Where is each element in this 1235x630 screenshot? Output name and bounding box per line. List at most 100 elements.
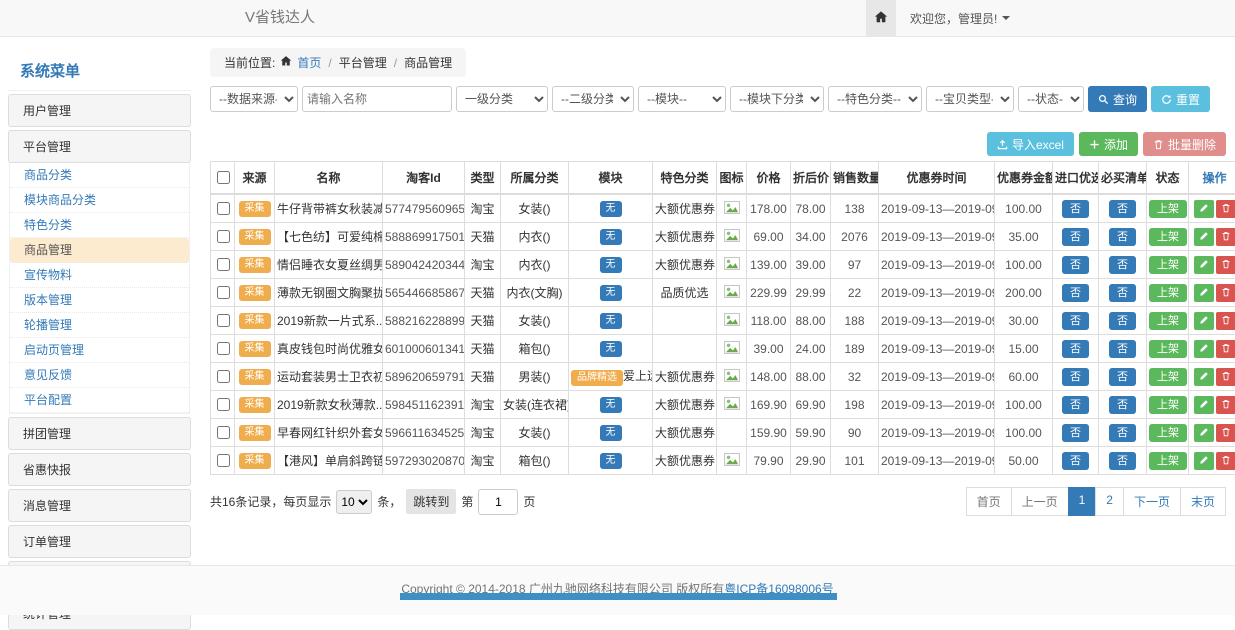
breadcrumb-home-link[interactable]: 首页 bbox=[297, 54, 321, 71]
status-badge[interactable]: 上架 bbox=[1149, 368, 1187, 386]
import-excel-button[interactable]: 导入excel bbox=[987, 132, 1074, 156]
status-badge[interactable]: 上架 bbox=[1149, 452, 1187, 470]
level1-category-select[interactable]: 一级分类 bbox=[456, 86, 548, 112]
status-badge[interactable]: 上架 bbox=[1149, 228, 1187, 246]
delete-button[interactable] bbox=[1216, 452, 1235, 470]
sidebar-group-0[interactable]: 用户管理 bbox=[8, 94, 191, 127]
delete-button[interactable] bbox=[1216, 284, 1235, 302]
select-all-checkbox[interactable] bbox=[217, 171, 230, 184]
sidebar-group-1[interactable]: 平台管理 bbox=[8, 130, 191, 163]
name-input[interactable] bbox=[302, 86, 452, 112]
page-number-input[interactable] bbox=[478, 489, 518, 515]
must-buy-toggle[interactable]: 否 bbox=[1109, 200, 1136, 218]
status-badge[interactable]: 上架 bbox=[1149, 396, 1187, 414]
import-toggle[interactable]: 否 bbox=[1062, 340, 1089, 358]
sidebar-subitem-4[interactable]: 宣传物料 bbox=[10, 263, 189, 288]
delete-button[interactable] bbox=[1216, 228, 1235, 246]
row-checkbox[interactable] bbox=[217, 314, 230, 327]
sidebar-subitem-1[interactable]: 模块商品分类 bbox=[10, 188, 189, 213]
must-buy-toggle[interactable]: 否 bbox=[1109, 312, 1136, 330]
edit-button[interactable] bbox=[1194, 200, 1214, 218]
row-checkbox[interactable] bbox=[217, 258, 230, 271]
delete-button[interactable] bbox=[1216, 200, 1235, 218]
import-toggle[interactable]: 否 bbox=[1062, 284, 1089, 302]
search-button[interactable]: 查询 bbox=[1088, 86, 1147, 112]
row-checkbox[interactable] bbox=[217, 398, 230, 411]
edit-button[interactable] bbox=[1194, 424, 1214, 442]
must-buy-toggle[interactable]: 否 bbox=[1109, 396, 1136, 414]
row-checkbox[interactable] bbox=[217, 202, 230, 215]
row-checkbox[interactable] bbox=[217, 342, 230, 355]
must-buy-toggle[interactable]: 否 bbox=[1109, 452, 1136, 470]
import-toggle[interactable]: 否 bbox=[1062, 200, 1089, 218]
import-toggle[interactable]: 否 bbox=[1062, 368, 1089, 386]
jump-button[interactable]: 跳转到 bbox=[406, 489, 456, 514]
import-toggle[interactable]: 否 bbox=[1062, 424, 1089, 442]
row-checkbox[interactable] bbox=[217, 230, 230, 243]
edit-button[interactable] bbox=[1194, 368, 1214, 386]
sidebar-subitem-5[interactable]: 版本管理 bbox=[10, 288, 189, 313]
item-type-select[interactable]: --宝贝类型-- bbox=[926, 86, 1014, 112]
status-badge[interactable]: 上架 bbox=[1149, 256, 1187, 274]
status-badge[interactable]: 上架 bbox=[1149, 200, 1187, 218]
reset-button[interactable]: 重置 bbox=[1151, 86, 1210, 112]
sidebar-group-5[interactable]: 订单管理 bbox=[8, 525, 191, 558]
per-page-select[interactable]: 10 bbox=[336, 490, 372, 514]
import-toggle[interactable]: 否 bbox=[1062, 228, 1089, 246]
must-buy-toggle[interactable]: 否 bbox=[1109, 256, 1136, 274]
status-badge[interactable]: 上架 bbox=[1149, 284, 1187, 302]
add-button[interactable]: 添加 bbox=[1079, 132, 1138, 156]
status-badge[interactable]: 上架 bbox=[1149, 424, 1187, 442]
sidebar-subitem-2[interactable]: 特色分类 bbox=[10, 213, 189, 238]
page-1[interactable]: 1 bbox=[1068, 487, 1097, 516]
must-buy-toggle[interactable]: 否 bbox=[1109, 340, 1136, 358]
row-checkbox[interactable] bbox=[217, 370, 230, 383]
delete-button[interactable] bbox=[1216, 312, 1235, 330]
sidebar-group-3[interactable]: 省惠快报 bbox=[8, 453, 191, 486]
edit-button[interactable] bbox=[1194, 284, 1214, 302]
row-checkbox[interactable] bbox=[217, 426, 230, 439]
batch-delete-button[interactable]: 批量删除 bbox=[1143, 132, 1226, 156]
sidebar-subitem-9[interactable]: 平台配置 bbox=[10, 388, 189, 413]
status-badge[interactable]: 上架 bbox=[1149, 340, 1187, 358]
edit-button[interactable] bbox=[1194, 256, 1214, 274]
import-toggle[interactable]: 否 bbox=[1062, 256, 1089, 274]
feature-category-select[interactable]: --特色分类-- bbox=[828, 86, 922, 112]
edit-button[interactable] bbox=[1194, 312, 1214, 330]
delete-button[interactable] bbox=[1216, 340, 1235, 358]
import-toggle[interactable]: 否 bbox=[1062, 452, 1089, 470]
delete-button[interactable] bbox=[1216, 256, 1235, 274]
module-select[interactable]: --模块-- bbox=[638, 86, 726, 112]
must-buy-toggle[interactable]: 否 bbox=[1109, 424, 1136, 442]
home-button[interactable] bbox=[866, 0, 896, 36]
row-checkbox[interactable] bbox=[217, 454, 230, 467]
page-first[interactable]: 首页 bbox=[966, 487, 1012, 516]
edit-button[interactable] bbox=[1194, 452, 1214, 470]
edit-button[interactable] bbox=[1194, 228, 1214, 246]
page-prev[interactable]: 上一页 bbox=[1011, 487, 1069, 516]
status-select[interactable]: --状态-- bbox=[1018, 86, 1084, 112]
row-checkbox[interactable] bbox=[217, 286, 230, 299]
must-buy-toggle[interactable]: 否 bbox=[1109, 368, 1136, 386]
module-subcategory-select[interactable]: --模块下分类-- bbox=[730, 86, 824, 112]
sidebar-subitem-6[interactable]: 轮播管理 bbox=[10, 313, 189, 338]
must-buy-toggle[interactable]: 否 bbox=[1109, 228, 1136, 246]
page-2[interactable]: 2 bbox=[1095, 487, 1124, 516]
sidebar-subitem-0[interactable]: 商品分类 bbox=[10, 163, 189, 188]
sidebar-subitem-7[interactable]: 启动页管理 bbox=[10, 338, 189, 363]
data-source-select[interactable]: --数据来源-- bbox=[210, 86, 298, 112]
level2-category-select[interactable]: --二级分类-- bbox=[552, 86, 634, 112]
import-toggle[interactable]: 否 bbox=[1062, 396, 1089, 414]
sidebar-group-4[interactable]: 消息管理 bbox=[8, 489, 191, 522]
status-badge[interactable]: 上架 bbox=[1149, 312, 1187, 330]
user-menu[interactable]: 欢迎您，管理员! bbox=[910, 10, 1010, 27]
delete-button[interactable] bbox=[1216, 396, 1235, 414]
sidebar-subitem-3[interactable]: 商品管理 bbox=[10, 238, 189, 263]
delete-button[interactable] bbox=[1216, 424, 1235, 442]
page-last[interactable]: 末页 bbox=[1180, 487, 1226, 516]
import-toggle[interactable]: 否 bbox=[1062, 312, 1089, 330]
edit-button[interactable] bbox=[1194, 396, 1214, 414]
edit-button[interactable] bbox=[1194, 340, 1214, 358]
must-buy-toggle[interactable]: 否 bbox=[1109, 284, 1136, 302]
sidebar-subitem-8[interactable]: 意见反馈 bbox=[10, 363, 189, 388]
